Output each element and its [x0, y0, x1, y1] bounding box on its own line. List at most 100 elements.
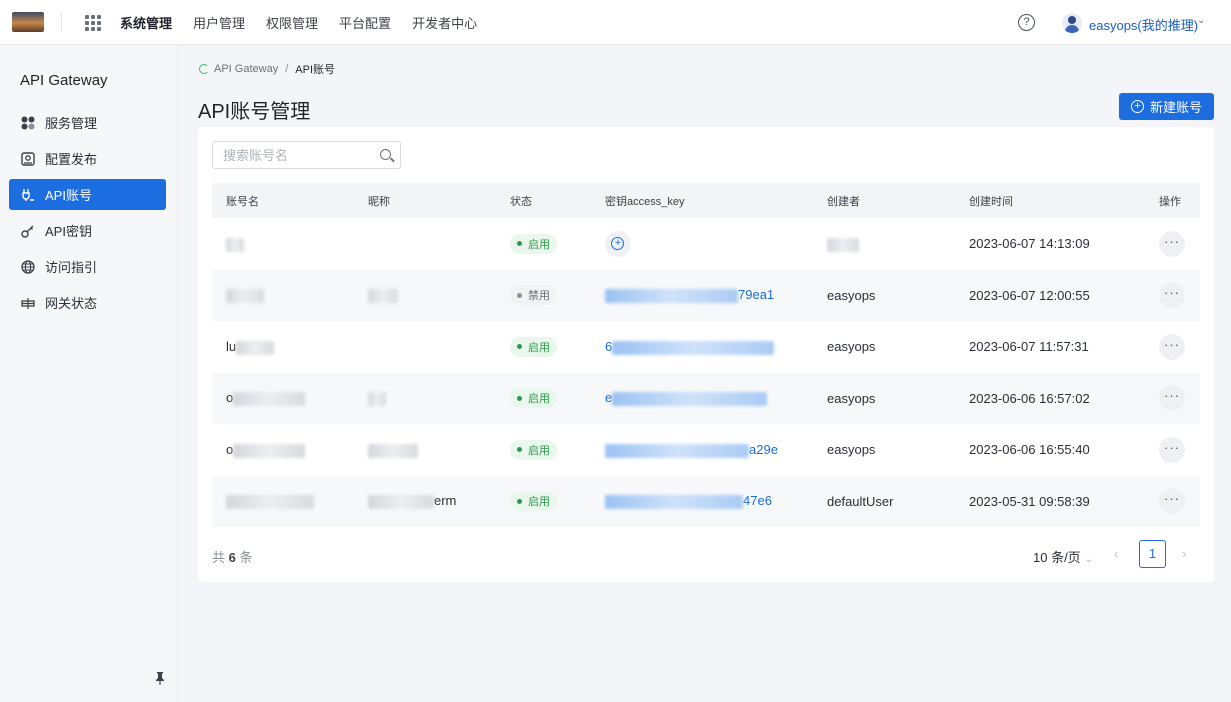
redacted-text	[226, 237, 244, 252]
publish-icon	[21, 151, 35, 166]
page-title: API账号管理	[198, 101, 311, 123]
logo[interactable]	[12, 12, 44, 32]
created-time-cell: 2023-06-06 16:55:40	[969, 442, 1090, 458]
table-row: lu 启用 6 easyops 2023-06-07 11:57:31 ···	[212, 321, 1200, 373]
access-key-cell: 6	[591, 321, 813, 373]
column-header-nickname: 昵称	[354, 183, 496, 218]
account-name-cell: o	[212, 424, 354, 476]
status-cell: 启用	[496, 424, 591, 476]
top-bar: 系统管理 用户管理 权限管理 平台配置 开发者中心 ? easyops(我的推理…	[0, 0, 1231, 45]
status-cell: 禁用	[496, 269, 591, 321]
actions-cell: ···	[1145, 321, 1200, 373]
created-time-cell: 2023-06-07 14:13:09	[969, 236, 1090, 252]
redacted-text	[605, 443, 749, 458]
account-name-cell	[212, 269, 354, 321]
new-account-button[interactable]: + 新建账号	[1119, 93, 1214, 120]
user-menu-label[interactable]: easyops(我的推理)	[1089, 15, 1198, 34]
more-icon[interactable]: ···	[1159, 488, 1185, 515]
apps-grid-icon[interactable]	[85, 15, 101, 31]
sidebar-item-gateway-status[interactable]: 网关状态	[9, 287, 166, 318]
creator-cell: easyops	[827, 339, 876, 355]
status-badge: 启用	[510, 336, 557, 357]
access-key-link[interactable]: a29e	[749, 442, 778, 457]
sidebar-item-api-account[interactable]: API账号	[9, 179, 166, 210]
more-icon[interactable]: ···	[1159, 333, 1185, 360]
redacted-text	[233, 443, 306, 458]
prev-page-button[interactable]: ‹	[1114, 546, 1118, 561]
new-account-label: 新建账号	[1149, 100, 1202, 115]
redacted-text	[368, 289, 398, 304]
table-row: o 启用 a29e easyops 2023-06-06 16:55:40 ··…	[212, 424, 1200, 476]
gateway-icon	[21, 296, 35, 310]
column-header-access-key: 密钥access_key	[591, 183, 813, 218]
api-gateway-icon	[199, 64, 209, 74]
avatar[interactable]	[1062, 13, 1082, 33]
redacted-text	[612, 340, 775, 355]
creator-cell: easyops	[827, 442, 876, 458]
access-key-cell: a29e	[591, 424, 813, 476]
nickname-cell	[354, 321, 496, 373]
column-header-creator: 创建者	[813, 183, 955, 218]
column-header-actions: 操作	[1145, 183, 1200, 218]
page-number-current[interactable]: 1	[1139, 540, 1166, 568]
account-table: 账号名 昵称 状态 密钥access_key 创建者 创建时间 操作 启用 20…	[212, 183, 1200, 527]
more-icon[interactable]: ···	[1159, 230, 1185, 257]
creator-cell	[813, 218, 955, 270]
redacted-text	[368, 495, 434, 510]
redacted-text	[226, 289, 264, 304]
table-row: 禁用 79ea1 easyops 2023-06-07 12:00:55 ···	[212, 269, 1200, 321]
add-circle-icon[interactable]	[605, 230, 631, 257]
pin-icon[interactable]	[155, 671, 165, 685]
created-time-cell: 2023-05-31 09:58:39	[955, 475, 1145, 527]
access-key-link[interactable]: 79ea1	[738, 287, 774, 302]
access-key-cell	[591, 218, 813, 270]
breadcrumb-separator: /	[285, 63, 289, 75]
search-input[interactable]	[213, 142, 373, 168]
nav-platform-config[interactable]: 平台配置	[339, 13, 391, 32]
nav-user-management[interactable]: 用户管理	[193, 13, 245, 32]
chevron-down-icon[interactable]: ⌄	[1197, 15, 1205, 26]
nav-permission-management[interactable]: 权限管理	[266, 13, 318, 32]
sidebar-title: API Gateway	[20, 72, 108, 89]
actions-cell: ···	[1145, 269, 1200, 321]
breadcrumb-root[interactable]: API Gateway	[214, 63, 278, 75]
page-size-select[interactable]: 10 条/页 ⌄	[1033, 547, 1093, 566]
column-header-name: 账号名	[212, 183, 354, 218]
creator-cell: easyops	[813, 269, 955, 321]
account-name-cell	[212, 218, 354, 270]
access-key-link[interactable]: e	[605, 390, 612, 405]
account-name-cell: o	[212, 372, 354, 424]
nav-developer-center[interactable]: 开发者中心	[412, 13, 477, 32]
chevron-down-icon: ⌄	[1084, 554, 1094, 565]
total-count: 共 6 条	[212, 550, 253, 565]
nav-system-management[interactable]: 系统管理	[120, 13, 172, 32]
key-icon	[21, 224, 35, 238]
sidebar-item-label: API账号	[45, 188, 92, 203]
access-key-link[interactable]: 47e6	[743, 493, 772, 508]
sidebar-item-service-management[interactable]: 服务管理	[9, 107, 166, 138]
actions-cell: ···	[1145, 372, 1200, 424]
sidebar: API Gateway 服务管理 配置发布 API账号 API密钥 访问指引 网…	[0, 45, 178, 702]
column-header-status: 状态	[496, 183, 591, 218]
more-icon[interactable]: ···	[1159, 385, 1185, 412]
access-key-link[interactable]: 6	[605, 339, 612, 354]
sidebar-item-access-guide[interactable]: 访问指引	[9, 251, 166, 282]
sidebar-item-label: 服务管理	[45, 116, 98, 131]
next-page-button[interactable]: ›	[1182, 546, 1186, 561]
actions-cell: ···	[1145, 475, 1200, 527]
search-box	[212, 141, 401, 169]
sidebar-item-config-publish[interactable]: 配置发布	[9, 143, 166, 174]
more-icon[interactable]: ···	[1159, 436, 1185, 463]
account-name-cell	[212, 475, 354, 527]
sidebar-item-label: API密钥	[45, 224, 92, 239]
sidebar-item-api-key[interactable]: API密钥	[9, 215, 166, 246]
help-icon[interactable]: ?	[1018, 14, 1035, 31]
breadcrumb: API Gateway / API账号	[199, 61, 335, 77]
search-icon[interactable]	[380, 149, 391, 160]
status-badge: 启用	[510, 491, 557, 512]
more-icon[interactable]: ···	[1159, 282, 1185, 309]
creator-cell: defaultUser	[813, 475, 955, 527]
breadcrumb-current: API账号	[295, 64, 335, 76]
sidebar-item-label: 访问指引	[45, 260, 98, 275]
plus-circle-icon: +	[1130, 100, 1144, 113]
